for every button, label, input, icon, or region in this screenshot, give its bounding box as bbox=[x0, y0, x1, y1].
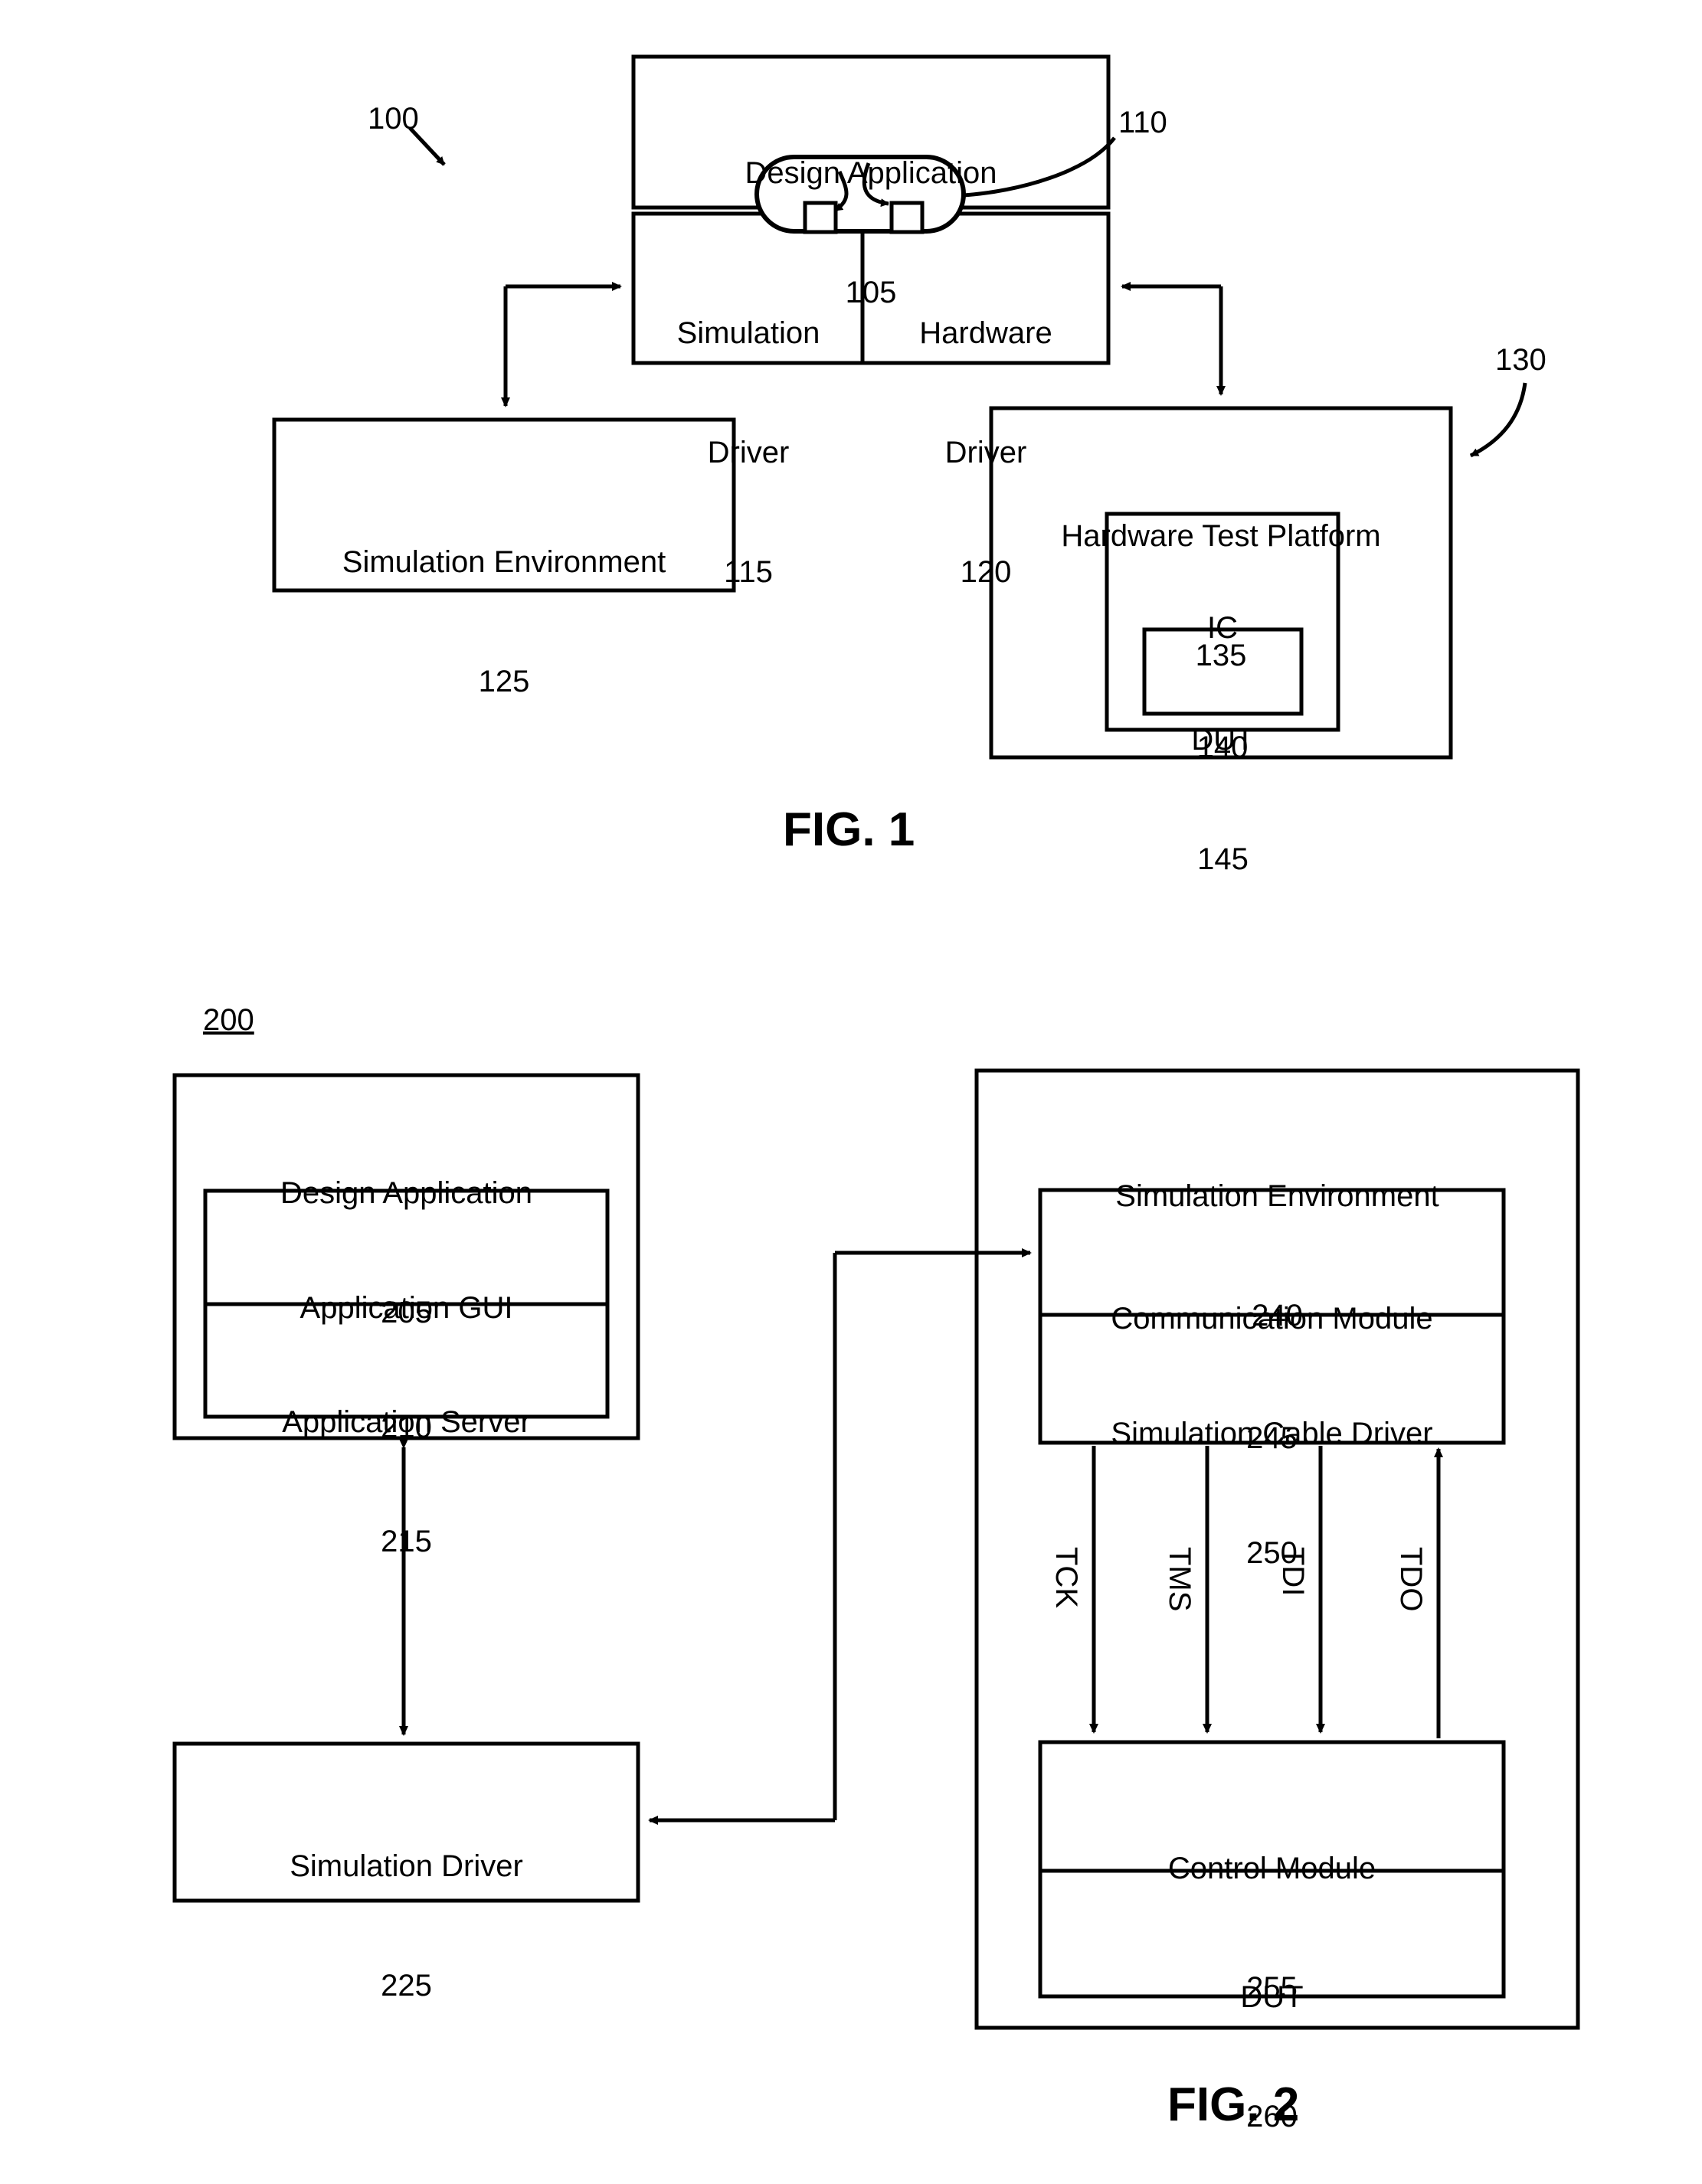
fig2-signal-label-tms: TMS bbox=[1163, 1547, 1196, 1612]
fig2-signal-label-tck: TCK bbox=[1049, 1547, 1083, 1608]
fig2-signal-label-tdo: TDO bbox=[1394, 1547, 1428, 1612]
fig2-figure-label: FIG. 2 bbox=[1167, 2078, 1300, 2131]
fig2-application-server-label: Application Server 215 bbox=[282, 1405, 531, 1558]
fig1-dut-label: DUT 145 bbox=[1191, 723, 1255, 876]
fig1-simulation-environment-label: Simulation Environment 125 bbox=[342, 545, 666, 698]
fig1-figure-label: FIG. 1 bbox=[783, 803, 915, 856]
figure-sheet: 100 Design Application 105 110 Simulatio… bbox=[0, 0, 1702, 2184]
fig2-simulation-driver-label: Simulation Driver 225 bbox=[290, 1849, 523, 2003]
fig1-ref130-leader bbox=[1469, 382, 1527, 458]
fig2-signal-label-tdi: TDI bbox=[1276, 1547, 1310, 1597]
fig2-dut-label: DUT 260 bbox=[1240, 1980, 1304, 2133]
fig2-simulation-cable-driver-label: Simulation Cable Driver 250 bbox=[1111, 1417, 1433, 1570]
fig1-callout-130: 130 bbox=[1495, 343, 1547, 377]
fig1-callout-110: 110 bbox=[1118, 106, 1167, 139]
fig1-system-reference: 100 bbox=[368, 102, 419, 136]
fig2-system-reference: 200 bbox=[203, 1003, 254, 1037]
